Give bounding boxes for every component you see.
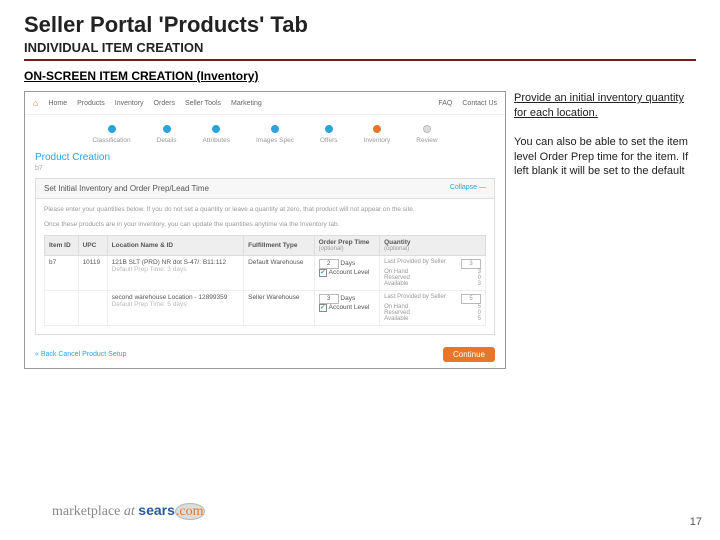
section-heading: ON-SCREEN ITEM CREATION (Inventory) (24, 69, 696, 83)
step-review[interactable]: Review (416, 125, 437, 144)
continue-button[interactable]: Continue (443, 347, 495, 362)
step-inventory[interactable]: Inventory (364, 125, 391, 144)
table-row: b7 10119 121B SLT (PRD) NR dot S-47/: B1… (45, 256, 486, 291)
inventory-table: Item ID UPC Location Name & ID Fulfillme… (44, 235, 486, 326)
page-title: Product Creation (25, 146, 505, 165)
qty-input[interactable]: 3 (461, 259, 481, 269)
wizard-stepper: Classification Details Attributes Images… (25, 115, 505, 146)
col-item: Item ID (45, 236, 79, 256)
slide-title: Seller Portal 'Products' Tab (24, 12, 696, 38)
slide-subtitle: INDIVIDUAL ITEM CREATION (24, 40, 696, 61)
step-images[interactable]: Images Spec (256, 125, 294, 144)
col-upc: UPC (78, 236, 107, 256)
account-level-checkbox[interactable] (319, 269, 327, 277)
col-location: Location Name & ID (107, 236, 243, 256)
footer-logo: marketplace at sears.com (52, 502, 205, 520)
top-nav: ⌂ Home Products Inventory Orders Seller … (25, 92, 505, 115)
page-number: 17 (690, 516, 702, 528)
prep-input[interactable]: 2 (319, 259, 339, 269)
nav-products[interactable]: Products (77, 100, 105, 107)
nav-home[interactable]: Home (48, 100, 67, 107)
nav-contact[interactable]: Contact Us (462, 100, 497, 107)
collapse-toggle[interactable]: Collapse — (450, 184, 486, 193)
prep-input[interactable]: 3 (319, 294, 339, 304)
table-row: second warehouse Location - 12899359Defa… (45, 291, 486, 326)
panel-header: Set Initial Inventory and Order Prep/Lea… (35, 178, 495, 199)
panel-title-text: Set Initial Inventory and Order Prep/Lea… (44, 184, 209, 193)
nav-seller-tools[interactable]: Seller Tools (185, 100, 221, 107)
qty-input[interactable]: 5 (461, 294, 481, 304)
back-link[interactable]: « Back Cancel Product Setup (35, 351, 126, 358)
home-icon[interactable]: ⌂ (33, 98, 38, 108)
sku-label: b7 (25, 165, 505, 178)
col-qty: Quantity(optional) (380, 236, 486, 256)
nav-orders[interactable]: Orders (154, 100, 175, 107)
col-prep: Order Prep Time(optional) (314, 236, 380, 256)
step-offers[interactable]: Offers (320, 125, 338, 144)
col-fulfillment: Fulfillment Type (244, 236, 315, 256)
step-classification[interactable]: Classification (92, 125, 130, 144)
nav-faq[interactable]: FAQ (438, 100, 452, 107)
note-2: You can also be able to set the item lev… (514, 135, 694, 180)
hint-text-1: Please enter your quantities below. If y… (44, 205, 486, 214)
screenshot-panel: ⌂ Home Products Inventory Orders Seller … (24, 91, 506, 369)
step-attributes[interactable]: Attributes (203, 125, 230, 144)
nav-marketing[interactable]: Marketing (231, 100, 262, 107)
hint-text-2: Once these products are in your inventor… (44, 220, 486, 229)
note-1: Provide an initial inventory quantity fo… (514, 91, 694, 121)
nav-inventory[interactable]: Inventory (115, 100, 144, 107)
annotation-column: Provide an initial inventory quantity fo… (514, 91, 694, 369)
step-details[interactable]: Details (157, 125, 177, 144)
account-level-checkbox[interactable] (319, 304, 327, 312)
